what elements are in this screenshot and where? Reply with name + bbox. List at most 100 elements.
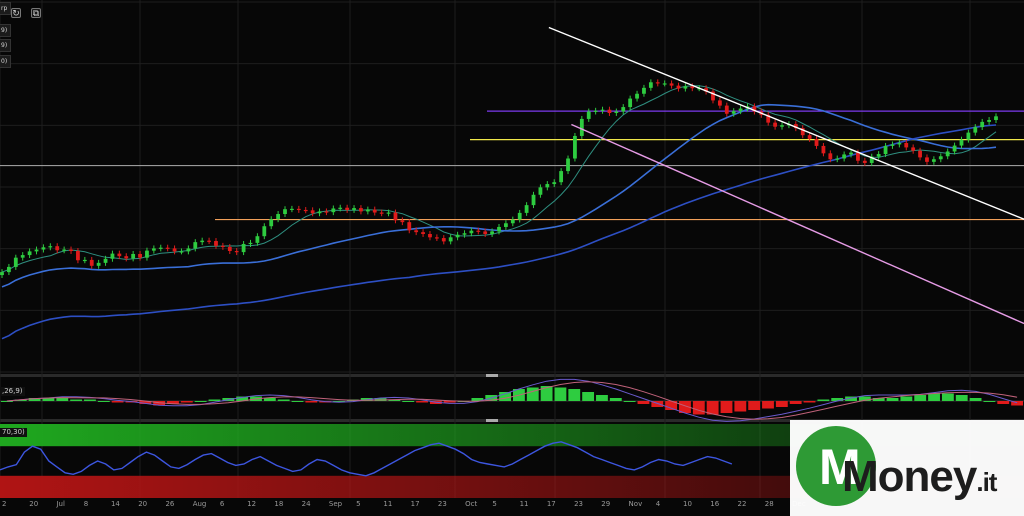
chart-stage: 2 20 Jul 8 14 20 26 Aug 6 12 18 24 Sep 5 11 17 23 Oct 5 11 1… [0,0,1024,516]
candle-body [441,238,446,242]
macd-bar [568,389,581,401]
candle-body [918,150,922,158]
candle-body [904,142,909,148]
indicator-tag-3[interactable]: 0) [0,55,12,68]
expand-icon[interactable]: ⧉ [31,8,41,19]
candle-body [655,82,660,84]
refresh-icon[interactable]: ↻ [11,8,21,19]
candle-body [248,242,253,245]
candle-body [276,214,281,220]
candle-body [566,158,570,172]
candle-body [290,208,294,211]
candle-body [959,139,964,146]
macd-bar [789,401,802,404]
candle-body [987,120,991,122]
macd-bar [416,401,428,403]
candle-body [220,245,225,248]
candle-body [807,135,812,139]
macd-bar [914,395,927,401]
macd-bar [928,393,940,401]
candle-body [241,243,246,253]
macd-bar [526,387,539,401]
candle-body [372,209,377,213]
candle-body [269,219,274,227]
candle-body [214,241,218,246]
candle-body [55,246,60,251]
candle-body [158,247,163,249]
x-tick-label: 14 [111,500,120,508]
macd-bar [305,401,318,403]
panel-resize-handle-1 [486,374,498,377]
candle-body [517,212,522,220]
indicator-legend-text: rp [1,5,8,12]
candle-body [724,105,729,114]
candle-body [469,230,474,234]
candle-body [531,194,536,206]
candle-body [462,233,467,235]
candle-body [20,255,25,258]
indicator-tag-2[interactable]: 9) [0,39,12,52]
candle-body [504,223,508,227]
candle-body [973,127,978,133]
candle-body [614,111,619,113]
macd-bar [637,401,650,404]
candle-body [890,144,895,146]
macd-bar [748,401,761,410]
candle-body [96,262,101,266]
macd-bar [775,401,788,407]
candle-body [835,158,840,160]
candle-body [414,230,419,233]
macd-bar [941,393,954,401]
candle-body [48,246,53,248]
candle-body [814,138,819,146]
candle-body [186,248,191,252]
candle-body [455,234,460,238]
x-tick-label: 23 [438,500,447,508]
macd-bar [56,398,69,401]
candle-body [338,207,343,209]
candle-body [662,83,667,85]
candle-body [7,266,11,273]
candle-body [717,100,722,106]
candle-body [945,151,950,157]
macd-bar [582,392,595,401]
candle-body [386,212,391,214]
indicator-tag-1[interactable]: 9) [0,24,12,37]
candle-body [393,212,398,221]
x-tick-label: 5 [492,500,496,508]
candle-body [227,246,232,252]
candle-body [13,257,18,267]
candle-body [165,247,170,249]
candle-body [303,209,308,212]
x-tick-label: 2 [2,500,6,508]
macd-bar [734,401,747,412]
candle-body [897,142,902,145]
candle-body [428,233,432,238]
candle-body [117,253,122,257]
candle-body [497,226,501,232]
x-tick-label: 23 [574,500,583,508]
x-tick-label: 22 [738,500,747,508]
candle-body [448,237,453,242]
macd-bar [997,401,1010,404]
candle-body [476,230,481,232]
candle-body [179,251,184,253]
candle-body [207,240,211,242]
macd-bar [720,401,733,413]
x-tick-label: 18 [274,500,283,508]
x-tick-label: Jul [55,500,65,508]
candle-body [821,145,826,154]
candle-body [731,111,736,114]
candle-body [76,251,80,261]
x-tick-label: Nov [629,500,643,508]
candle-body [138,253,142,258]
indicator-legend-tag-top[interactable]: rp [0,2,12,15]
x-tick-label: 6 [220,500,225,508]
candle-body [738,108,743,112]
candle-body [559,171,564,183]
candle-body [600,109,605,111]
candle-body [262,226,267,237]
macd-bar [762,401,774,409]
macd-bar [97,401,110,402]
x-tick-label: 12 [247,500,256,508]
